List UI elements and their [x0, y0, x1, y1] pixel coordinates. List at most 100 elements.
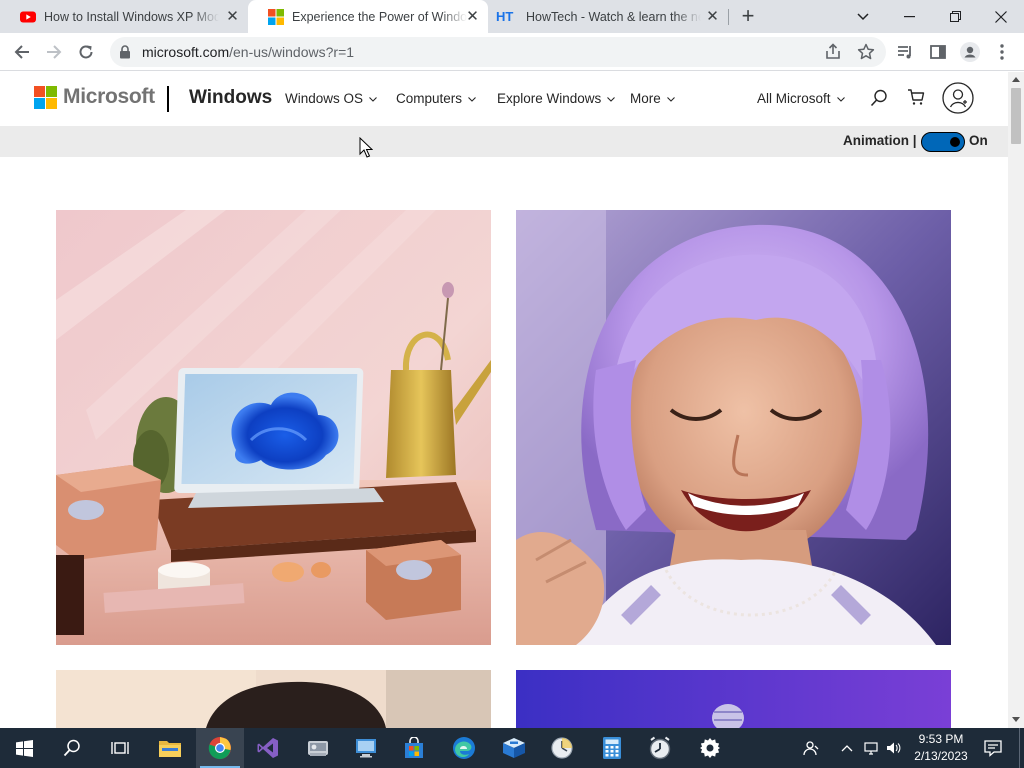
- show-desktop-button[interactable]: [1019, 728, 1020, 768]
- address-bar[interactable]: microsoft.com/en-us/windows?r=1: [110, 37, 886, 67]
- tab-youtube[interactable]: How to Install Windows XP Mode ✕: [0, 0, 248, 33]
- volume-icon[interactable]: [885, 740, 901, 756]
- animation-label: Animation |: [843, 133, 917, 148]
- url-domain: microsoft.com: [142, 44, 230, 60]
- tab-separator: [728, 9, 729, 25]
- youtube-icon: [20, 11, 36, 22]
- visual-studio-icon: [257, 738, 278, 758]
- edge-button[interactable]: [440, 728, 488, 768]
- chrome-icon: [208, 737, 231, 760]
- animation-state: On: [969, 133, 988, 148]
- close-window-button[interactable]: [978, 0, 1024, 33]
- remote-desktop-button[interactable]: [342, 728, 390, 768]
- laptop-still-life-image: [56, 210, 491, 645]
- scroll-down-arrow-icon[interactable]: [1012, 717, 1020, 722]
- howtech-icon: HT: [496, 8, 514, 24]
- settings-button[interactable]: [686, 728, 734, 768]
- chevron-down-icon: [666, 96, 675, 102]
- taskbar-clock[interactable]: 9:53 PM 2/13/2023: [908, 731, 974, 765]
- tile-woman-portrait[interactable]: [516, 210, 951, 645]
- edge-icon: [453, 737, 475, 759]
- close-tab-icon[interactable]: ✕: [465, 9, 480, 24]
- nav-explore-windows[interactable]: Explore Windows: [497, 91, 616, 106]
- nav-label: Computers: [396, 91, 463, 106]
- reload-icon: [79, 45, 93, 59]
- tile-laptop-still-life[interactable]: [56, 210, 491, 645]
- all-microsoft-label: All Microsoft: [757, 91, 831, 106]
- site-header: Microsoft Windows Windows OS Computers E…: [0, 72, 1008, 126]
- scrollbar-thumb[interactable]: [1011, 88, 1021, 144]
- calculator-button[interactable]: [588, 728, 636, 768]
- settings-icon: [700, 738, 720, 758]
- all-microsoft-menu[interactable]: All Microsoft: [757, 91, 845, 106]
- taskbar-search-button[interactable]: [48, 728, 96, 768]
- lock-icon: [120, 45, 130, 59]
- page-scrollbar[interactable]: [1008, 72, 1024, 728]
- clock-app-button[interactable]: [538, 728, 586, 768]
- alarm-button[interactable]: [636, 728, 684, 768]
- minimize-button[interactable]: [886, 0, 932, 33]
- chrome-taskbar-button[interactable]: [196, 728, 244, 768]
- url-path: /en-us/windows?r=1: [229, 44, 355, 60]
- microsoft-logo-icon: [34, 85, 57, 109]
- tab-microsoft-windows[interactable]: Experience the Power of Windows ✕: [248, 0, 488, 33]
- search-icon[interactable]: [870, 89, 888, 107]
- network-icon[interactable]: [863, 740, 879, 756]
- cart-icon[interactable]: [907, 88, 925, 106]
- notification-icon[interactable]: [984, 739, 1002, 757]
- task-view-icon: [111, 742, 129, 754]
- toggle-knob: [950, 137, 960, 147]
- nav-computers[interactable]: Computers: [396, 91, 476, 106]
- disk-utility-icon: [308, 741, 328, 756]
- tile-purple-gradient[interactable]: [516, 670, 951, 728]
- microsoft-logo[interactable]: Microsoft: [34, 85, 155, 109]
- tab-title: Experience the Power of Windows: [292, 9, 467, 24]
- tile-person-portrait[interactable]: [56, 670, 491, 728]
- nav-windows-os[interactable]: Windows OS: [285, 91, 377, 106]
- reload-button[interactable]: [72, 38, 100, 66]
- share-icon[interactable]: [824, 43, 842, 61]
- microsoft-icon: [268, 8, 284, 25]
- product-title-link[interactable]: Windows: [189, 87, 272, 109]
- chevron-down-icon: [468, 96, 476, 102]
- chevron-down-icon: [857, 12, 869, 20]
- kebab-menu-icon[interactable]: [994, 43, 1010, 61]
- side-panel-icon[interactable]: [929, 43, 947, 61]
- tab-title: How to Install Windows XP Mode: [44, 9, 219, 24]
- task-view-button[interactable]: [96, 728, 144, 768]
- store-icon: [405, 737, 423, 758]
- restore-button[interactable]: [932, 0, 978, 33]
- browser-toolbar: microsoft.com/en-us/windows?r=1: [0, 33, 1024, 71]
- visual-studio-button[interactable]: [244, 728, 292, 768]
- profile-icon[interactable]: [960, 42, 980, 62]
- scroll-up-arrow-icon[interactable]: [1012, 77, 1020, 82]
- account-icon[interactable]: [942, 82, 974, 114]
- disk-utility-button[interactable]: [294, 728, 342, 768]
- animation-bar: Animation | On: [0, 126, 1008, 157]
- tab-search-button[interactable]: [840, 0, 886, 33]
- close-tab-icon[interactable]: ✕: [705, 9, 720, 24]
- close-tab-icon[interactable]: ✕: [225, 9, 240, 24]
- new-tab-button[interactable]: +: [736, 5, 760, 29]
- chevron-up-icon[interactable]: [839, 740, 855, 756]
- start-button[interactable]: [0, 728, 48, 768]
- tab-howtech[interactable]: HT HowTech - Watch & learn the ne ✕: [488, 0, 728, 33]
- store-button[interactable]: [390, 728, 438, 768]
- file-explorer-button[interactable]: [146, 728, 194, 768]
- chevron-down-icon: [369, 96, 377, 102]
- media-queue-icon[interactable]: [896, 43, 914, 61]
- forward-button[interactable]: [40, 38, 68, 66]
- restore-icon: [949, 11, 961, 22]
- arrow-left-icon: [14, 45, 29, 59]
- virtualbox-icon: [503, 738, 525, 758]
- nav-more[interactable]: More: [630, 91, 675, 106]
- star-icon[interactable]: [857, 43, 875, 61]
- back-button[interactable]: [8, 38, 36, 66]
- taskbar: 9:53 PM 2/13/2023: [0, 728, 1024, 768]
- chevron-down-icon: [607, 96, 616, 102]
- people-icon[interactable]: [803, 740, 819, 756]
- animation-toggle[interactable]: [921, 132, 965, 152]
- arrow-right-icon: [47, 45, 62, 59]
- search-icon: [63, 739, 80, 757]
- virtualbox-button[interactable]: [490, 728, 538, 768]
